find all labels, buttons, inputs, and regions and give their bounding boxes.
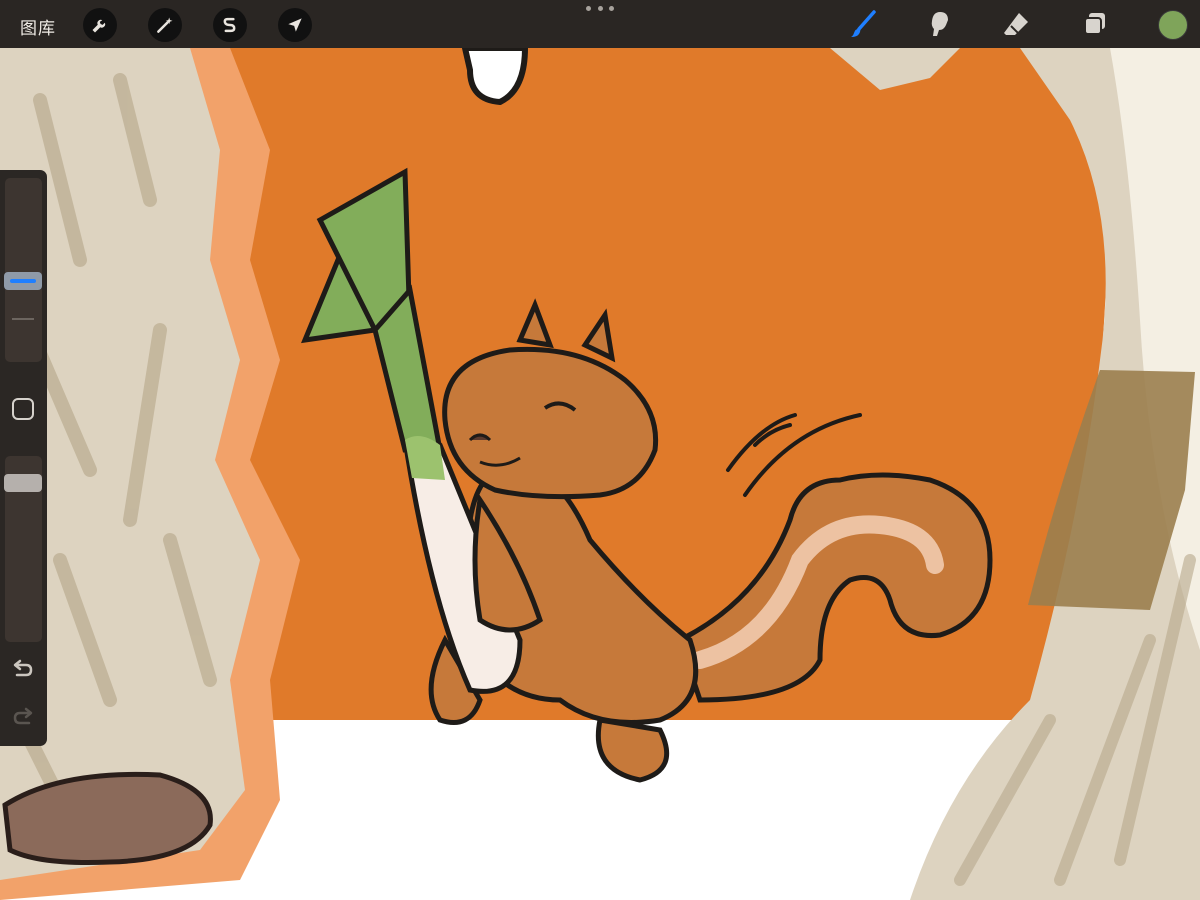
smudge-icon <box>931 12 948 36</box>
gallery-button[interactable]: 图库 <box>20 14 56 39</box>
selection-button[interactable] <box>213 8 247 42</box>
wrench-icon <box>92 19 106 33</box>
paint-tool-button[interactable] <box>845 6 881 42</box>
eraser-icon <box>1004 13 1028 35</box>
layers-tool-button[interactable] <box>1077 6 1113 42</box>
brush-opacity-handle[interactable] <box>4 474 42 492</box>
selection-s-icon <box>223 17 236 33</box>
redo-icon <box>13 707 33 725</box>
smudge-tool-button[interactable] <box>922 6 958 42</box>
brush-size-handle[interactable] <box>4 272 42 290</box>
transform-button[interactable] <box>278 8 312 42</box>
magic-wand-icon <box>157 17 173 33</box>
brush-size-marker <box>12 318 34 320</box>
eraser-tool-button[interactable] <box>998 6 1034 42</box>
undo-button[interactable] <box>9 656 37 684</box>
undo-icon <box>13 659 33 677</box>
drawing-canvas[interactable] <box>0 0 1200 900</box>
brush-sidebar <box>0 170 47 746</box>
layers-icon <box>1084 13 1105 35</box>
brush-icon <box>851 10 876 37</box>
brush-size-slider[interactable] <box>5 178 42 362</box>
brown-stone <box>2 771 213 865</box>
top-toolbar: 图库 <box>0 0 1200 48</box>
redo-button[interactable] <box>9 704 37 732</box>
actions-button[interactable] <box>83 8 117 42</box>
color-picker-swatch[interactable] <box>1158 10 1188 40</box>
arrow-cursor-icon <box>288 18 302 32</box>
adjustments-button[interactable] <box>148 8 182 42</box>
modify-square-icon[interactable] <box>12 398 34 420</box>
more-options-handle[interactable] <box>586 6 614 16</box>
